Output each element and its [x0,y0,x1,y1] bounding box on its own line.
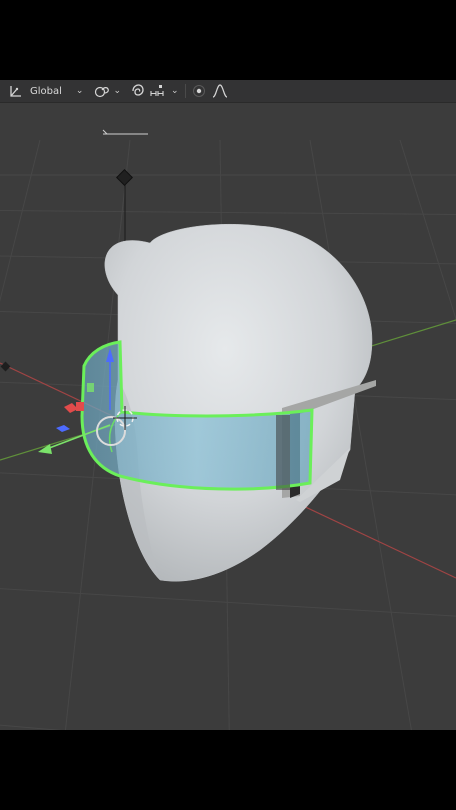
gizmo-y-arrow-icon[interactable] [38,444,52,454]
pivot-point-icon [94,84,110,98]
camera-edge-tick [102,129,108,135]
letterbox-top [0,0,456,80]
transform-orientation-icon [8,84,24,98]
pivot-point-dropdown[interactable]: ⌄ [94,80,121,102]
gizmo-z-plane-icon[interactable] [56,425,70,432]
snap-magnet-icon [130,84,146,98]
gizmo-x-plane-icon[interactable] [64,403,78,413]
chevron-down-icon: ⌄ [75,86,84,96]
viewport-header-toolbar: Global ⌄ ⌄ ⌄ [0,80,456,103]
viewport-scene[interactable] [0,80,456,730]
gizmo-y-plane-icon[interactable] [87,383,94,392]
letterbox-bottom [0,730,456,810]
falloff-curve-icon [212,84,228,98]
snap-increment-icon [150,84,168,98]
snap-target-dropdown[interactable]: ⌄ [150,80,179,102]
proportional-editing-icon [192,84,206,98]
gizmo-x-handle-icon[interactable] [76,402,84,411]
transform-orientation-label: Global [30,85,62,97]
proportional-editing-toggle[interactable] [192,80,206,102]
visor-dark-edge [276,415,290,490]
empty-marker-icon[interactable] [0,361,11,372]
transform-orientation-dropdown[interactable]: Global ⌄ [8,80,83,102]
snap-toggle[interactable] [130,80,146,102]
chevron-down-icon: ⌄ [113,86,121,96]
proportional-falloff-dropdown[interactable] [212,80,228,102]
chevron-down-icon: ⌄ [171,86,179,96]
toolbar-divider [184,84,186,98]
3d-viewport[interactable]: Global ⌄ ⌄ ⌄ [0,80,456,730]
light-icon[interactable] [116,169,133,186]
